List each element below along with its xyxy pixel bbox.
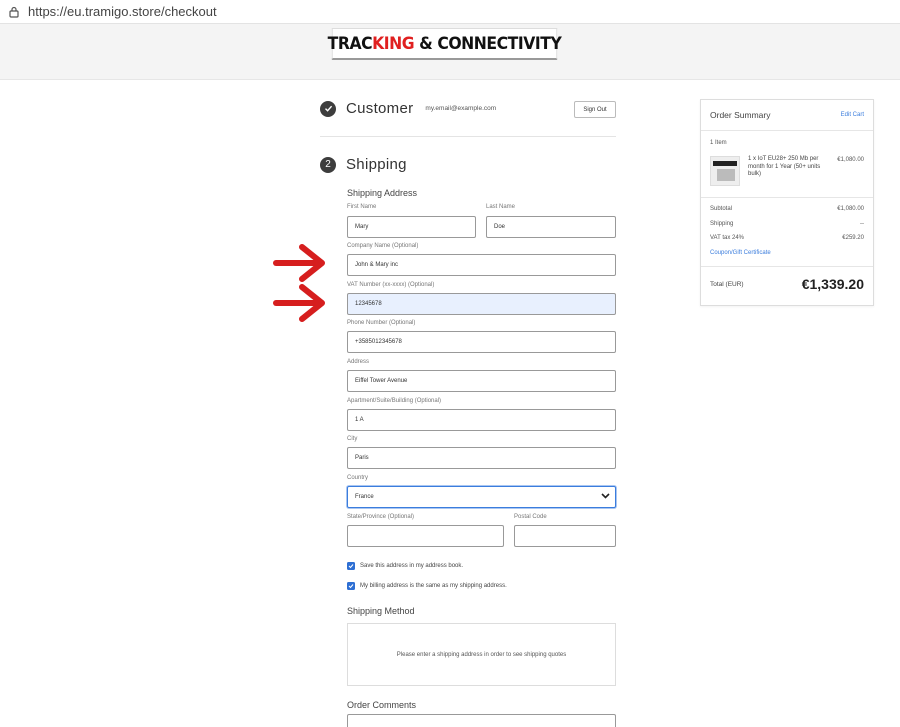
phone-input[interactable]: +3585012345678	[347, 331, 616, 353]
customer-email: my.email@example.com	[425, 105, 497, 112]
city-input[interactable]: Paris	[347, 447, 616, 469]
shipping-step: 2 Shipping	[320, 156, 407, 173]
shipping-method-box: Please enter a shipping address in order…	[347, 623, 616, 686]
site-logo[interactable]: TRAC KING & CONNECTIVITY	[328, 28, 562, 60]
red-arrow-icon	[273, 244, 325, 282]
site-header: TRAC KING & CONNECTIVITY	[0, 24, 900, 80]
save-address-checkbox[interactable]	[347, 562, 355, 570]
summary-divider	[701, 130, 873, 131]
shipping-label: Shipping	[710, 221, 734, 227]
last-name-label: Last Name	[486, 204, 516, 210]
edit-cart-link[interactable]: Edit Cart	[841, 112, 864, 118]
postal-label: Postal Code	[514, 514, 547, 520]
billing-same-row[interactable]: My billing address is the same as my shi…	[347, 582, 507, 590]
last-name-input[interactable]: Doe	[486, 216, 616, 238]
company-input[interactable]: John & Mary inc	[347, 254, 616, 276]
postal-input[interactable]	[514, 525, 616, 547]
subtotal-label: Subtotal	[710, 206, 733, 212]
vat-input[interactable]: 12345678	[347, 293, 616, 315]
billing-same-checkbox[interactable]	[347, 582, 355, 590]
check-icon	[320, 100, 336, 117]
company-label: Company Name (Optional)	[347, 243, 419, 249]
section-divider	[320, 136, 616, 137]
item-description: 1 x IoT EU28+ 250 Mb per month for 1 Yea…	[748, 156, 821, 177]
logo-text-2: KING	[372, 33, 415, 54]
phone-label: Phone Number (Optional)	[347, 320, 416, 326]
first-name-input[interactable]: Mary	[347, 216, 476, 238]
browser-url-bar[interactable]: https://eu.tramigo.store/checkout	[0, 0, 900, 24]
customer-step: Customer my.email@example.com	[320, 100, 496, 117]
billing-same-label: My billing address is the same as my shi…	[360, 583, 507, 589]
order-comments-heading: Order Comments	[347, 700, 417, 710]
state-input[interactable]	[347, 525, 504, 547]
vat-label: VAT Number (xx-xxxx) (Optional)	[347, 282, 435, 288]
state-label: State/Province (Optional)	[347, 514, 415, 520]
summary-divider	[701, 197, 873, 198]
shipping-value: --	[860, 221, 864, 227]
product-thumbnail-band	[713, 161, 737, 166]
subtotal-value: €1,080.00	[837, 206, 864, 212]
customer-step-title: Customer	[346, 100, 414, 117]
first-name-label: First Name	[347, 204, 377, 210]
chevron-down-icon	[601, 493, 610, 501]
shipping-step-title: Shipping	[346, 156, 407, 173]
item-count: 1 Item	[710, 140, 727, 146]
step-number-badge: 2	[320, 156, 336, 173]
item-price: €1,080.00	[837, 157, 864, 163]
sign-out-button[interactable]: Sign Out	[574, 101, 616, 118]
summary-divider	[701, 266, 873, 267]
coupon-link[interactable]: Coupon/Gift Certificate	[710, 250, 771, 256]
shipping-method-placeholder: Please enter a shipping address in order…	[396, 651, 567, 658]
save-address-label: Save this address in my address book.	[360, 563, 464, 569]
logo-text-1: TRAC	[327, 33, 373, 54]
product-thumbnail[interactable]	[710, 156, 740, 186]
shipping-method-heading: Shipping Method	[347, 606, 415, 616]
total-value: €1,339.20	[801, 276, 864, 292]
product-thumbnail-device	[717, 169, 735, 181]
address-label: Address	[347, 359, 370, 365]
lock-icon	[0, 6, 28, 18]
url-text[interactable]: https://eu.tramigo.store/checkout	[28, 4, 217, 19]
address-input[interactable]: Eiffel Tower Avenue	[347, 370, 616, 392]
country-label: Country	[347, 475, 369, 481]
vat-tax-label: VAT tax 24%	[710, 235, 745, 241]
logo-text-3: & CONNECTIVITY	[414, 33, 562, 54]
shipping-address-heading: Shipping Address	[347, 188, 418, 198]
total-label: Total (EUR)	[710, 281, 744, 288]
country-select[interactable]: France	[347, 486, 616, 508]
apartment-label: Apartment/Suite/Building (Optional)	[347, 398, 442, 404]
order-summary-panel: Order Summary Edit Cart 1 Item 1 x IoT E…	[700, 99, 874, 306]
apartment-input[interactable]: 1 A	[347, 409, 616, 431]
vat-tax-value: €259.20	[842, 235, 864, 241]
country-select-value: France	[355, 494, 374, 500]
red-arrow-icon	[273, 284, 325, 322]
city-label: City	[347, 436, 358, 442]
order-comments-input[interactable]	[347, 714, 616, 727]
order-summary-title: Order Summary	[710, 110, 771, 120]
save-address-row[interactable]: Save this address in my address book.	[347, 562, 463, 570]
